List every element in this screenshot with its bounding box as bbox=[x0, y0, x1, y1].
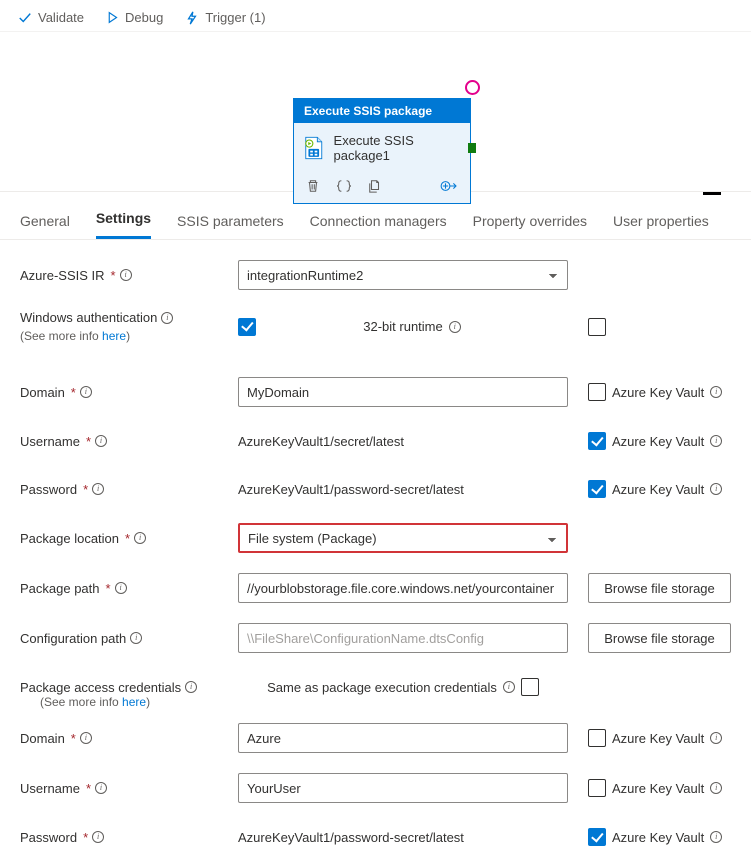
tab-user-properties[interactable]: User properties bbox=[613, 207, 709, 239]
runtime-32bit-checkbox[interactable] bbox=[588, 318, 606, 336]
info-icon[interactable] bbox=[710, 782, 722, 794]
configuration-path-input[interactable] bbox=[238, 623, 568, 653]
delete-icon[interactable] bbox=[306, 179, 320, 193]
package-path-label: Package path* bbox=[20, 581, 238, 596]
browse-package-path-button[interactable]: Browse file storage bbox=[588, 573, 731, 603]
activity-node-name: Execute SSIS package1 bbox=[334, 133, 458, 163]
info-icon[interactable] bbox=[95, 435, 107, 447]
activity-node[interactable]: Execute SSIS package Execute SSIS packag… bbox=[293, 98, 471, 204]
configuration-path-label: Configuration path bbox=[20, 631, 238, 646]
activity-node-body[interactable]: Execute SSIS package1 bbox=[294, 123, 470, 173]
info-icon[interactable] bbox=[503, 681, 515, 693]
info-icon[interactable] bbox=[134, 532, 146, 544]
play-icon bbox=[106, 11, 119, 24]
debug-button[interactable]: Debug bbox=[106, 10, 163, 25]
pac-username-input[interactable] bbox=[238, 773, 568, 803]
pac-password-label: Password* bbox=[20, 830, 238, 845]
info-icon[interactable] bbox=[130, 632, 142, 644]
tab-settings[interactable]: Settings bbox=[96, 204, 151, 239]
validate-label: Validate bbox=[38, 10, 84, 25]
akv-pac-username-checkbox[interactable] bbox=[588, 779, 606, 797]
trigger-label: Trigger (1) bbox=[205, 10, 265, 25]
info-icon[interactable] bbox=[710, 483, 722, 495]
output-handle-icon[interactable] bbox=[468, 143, 476, 153]
braces-icon[interactable] bbox=[336, 179, 352, 193]
info-icon[interactable] bbox=[92, 483, 104, 495]
validate-button[interactable]: Validate bbox=[18, 10, 84, 25]
akv-label: Azure Key Vault bbox=[612, 482, 704, 497]
overflow-indicator-icon bbox=[703, 192, 721, 195]
password-label: Password* bbox=[20, 482, 238, 497]
akv-username-checkbox[interactable] bbox=[588, 432, 606, 450]
akv-label: Azure Key Vault bbox=[612, 781, 704, 796]
info-icon[interactable] bbox=[92, 831, 104, 843]
pac-domain-input[interactable] bbox=[238, 723, 568, 753]
akv-password-checkbox[interactable] bbox=[588, 480, 606, 498]
top-toolbar: Validate Debug Trigger (1) bbox=[0, 0, 751, 32]
info-icon[interactable] bbox=[710, 831, 722, 843]
akv-domain-checkbox[interactable] bbox=[588, 383, 606, 401]
validation-indicator-icon bbox=[465, 80, 480, 95]
info-icon[interactable] bbox=[710, 732, 722, 744]
copy-icon[interactable] bbox=[368, 179, 382, 193]
username-value: AzureKeyVault1/secret/latest bbox=[238, 434, 404, 449]
tab-general[interactable]: General bbox=[20, 207, 70, 239]
username-label: Username* bbox=[20, 434, 238, 449]
pac-password-value: AzureKeyVault1/password-secret/latest bbox=[238, 830, 464, 845]
info-icon[interactable] bbox=[710, 435, 722, 447]
info-icon[interactable] bbox=[115, 582, 127, 594]
azure-ssis-ir-label: Azure-SSIS IR* bbox=[20, 268, 238, 283]
info-icon[interactable] bbox=[95, 782, 107, 794]
windows-auth-label: Windows authentication (See more info he… bbox=[20, 310, 238, 343]
domain-input[interactable] bbox=[238, 377, 568, 407]
info-icon[interactable] bbox=[80, 386, 92, 398]
info-icon[interactable] bbox=[120, 269, 132, 281]
tab-property-overrides[interactable]: Property overrides bbox=[473, 207, 587, 239]
package-location-select[interactable]: File system (Package) bbox=[238, 523, 568, 553]
package-location-label: Package location* bbox=[20, 531, 238, 546]
info-icon[interactable] bbox=[161, 312, 173, 324]
check-icon bbox=[18, 11, 32, 25]
password-value: AzureKeyVault1/password-secret/latest bbox=[238, 482, 464, 497]
tab-ssis-parameters[interactable]: SSIS parameters bbox=[177, 207, 284, 239]
activity-node-title: Execute SSIS package bbox=[294, 99, 470, 123]
akv-label: Azure Key Vault bbox=[612, 434, 704, 449]
akv-label: Azure Key Vault bbox=[612, 385, 704, 400]
akv-label: Azure Key Vault bbox=[612, 731, 704, 746]
runtime-32bit-label: 32-bit runtime bbox=[363, 319, 442, 334]
pac-username-label: Username* bbox=[20, 781, 238, 796]
ssis-package-icon bbox=[304, 135, 324, 161]
tab-connection-managers[interactable]: Connection managers bbox=[310, 207, 447, 239]
browse-config-path-button[interactable]: Browse file storage bbox=[588, 623, 731, 653]
lightning-icon bbox=[185, 11, 199, 25]
see-more-link[interactable]: here bbox=[102, 329, 126, 343]
azure-ssis-ir-select[interactable]: integrationRuntime2 bbox=[238, 260, 568, 290]
windows-auth-checkbox[interactable] bbox=[238, 318, 256, 336]
same-as-exec-checkbox[interactable] bbox=[521, 678, 539, 696]
info-icon[interactable] bbox=[185, 681, 197, 693]
debug-label: Debug bbox=[125, 10, 163, 25]
see-more-info: (See more info here) bbox=[20, 695, 731, 709]
tab-bar: General Settings SSIS parameters Connect… bbox=[0, 192, 751, 240]
pipeline-canvas[interactable]: Execute SSIS package Execute SSIS packag… bbox=[0, 32, 751, 192]
info-icon[interactable] bbox=[80, 732, 92, 744]
info-icon[interactable] bbox=[710, 386, 722, 398]
akv-pac-domain-checkbox[interactable] bbox=[588, 729, 606, 747]
same-as-exec-label: Same as package execution credentials bbox=[267, 680, 497, 695]
see-more-link[interactable]: here bbox=[122, 695, 146, 709]
settings-form: Azure-SSIS IR* integrationRuntime2 Windo… bbox=[0, 240, 751, 867]
package-access-credentials-label: Package access credentials bbox=[20, 680, 238, 695]
trigger-button[interactable]: Trigger (1) bbox=[185, 10, 265, 25]
package-path-input[interactable] bbox=[238, 573, 568, 603]
pac-domain-label: Domain* bbox=[20, 731, 238, 746]
akv-label: Azure Key Vault bbox=[612, 830, 704, 845]
expand-icon[interactable] bbox=[440, 179, 458, 193]
akv-pac-password-checkbox[interactable] bbox=[588, 828, 606, 846]
info-icon[interactable] bbox=[449, 321, 461, 333]
domain-label: Domain* bbox=[20, 385, 238, 400]
